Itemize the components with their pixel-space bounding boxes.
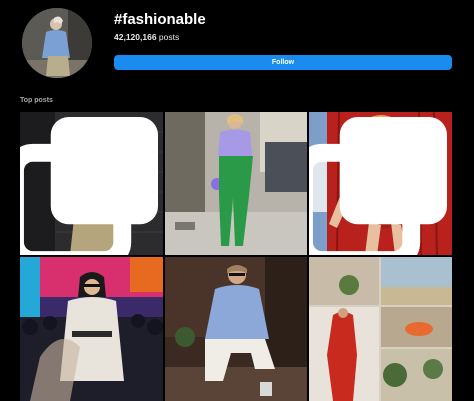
- post-image-4: [20, 257, 163, 401]
- post-count-suffix: posts: [156, 32, 180, 42]
- hashtag-avatar: [22, 8, 92, 78]
- top-posts-label: Top posts: [20, 97, 53, 104]
- hashtag-title: #fashionable: [114, 11, 206, 28]
- post-count: 42,120,166 posts: [114, 32, 179, 42]
- post-tile-4[interactable]: [20, 257, 163, 401]
- post-image-5: [165, 257, 307, 401]
- post-tile-5[interactable]: [165, 257, 307, 401]
- follow-button[interactable]: Follow: [114, 55, 452, 70]
- post-count-number: 42,120,166: [114, 32, 157, 42]
- post-tile-6[interactable]: [309, 257, 452, 401]
- post-image-2: [165, 112, 307, 255]
- post-tile-2[interactable]: [165, 112, 307, 255]
- post-image-6: [309, 257, 452, 401]
- carousel-icon: [309, 117, 447, 255]
- post-tile-1[interactable]: [20, 112, 163, 255]
- post-tile-3[interactable]: [309, 112, 452, 255]
- carousel-icon: [20, 117, 158, 255]
- top-posts-grid: [20, 112, 452, 401]
